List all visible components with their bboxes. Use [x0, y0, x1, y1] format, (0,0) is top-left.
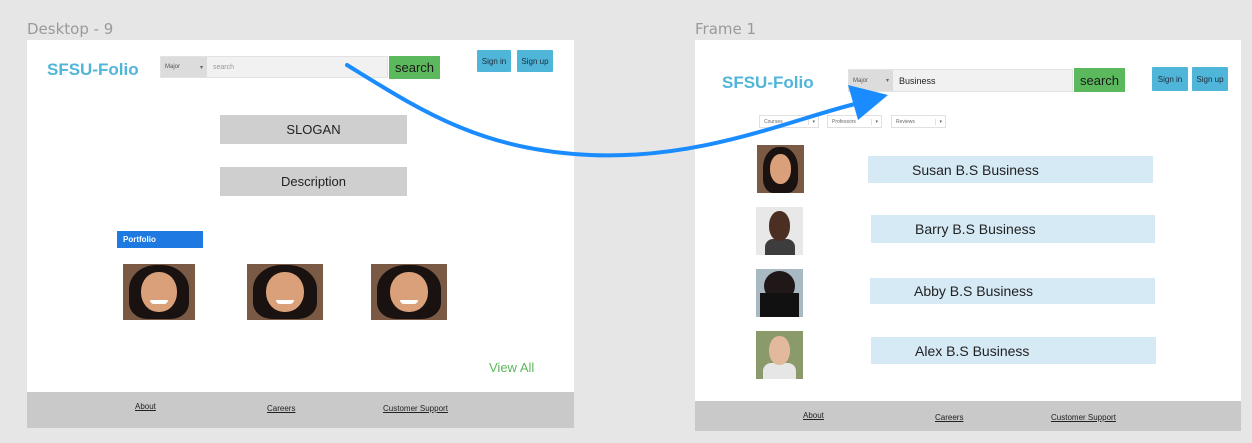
footer-careers-link[interactable]: Careers	[267, 404, 295, 413]
slogan-box: SLOGAN	[220, 115, 407, 144]
footer-about-link[interactable]: About	[803, 411, 824, 420]
footer-customer-support-link[interactable]: Customer Support	[1051, 413, 1116, 422]
search-bar: Major ▾ search	[160, 56, 388, 78]
filter-professors-label: Professors	[832, 118, 856, 125]
footer-about-link[interactable]: About	[135, 402, 156, 411]
desktop-9-frame: SFSU-Folio Major ▾ search search Sign in…	[27, 40, 574, 428]
smile-shape	[275, 299, 295, 304]
smile-shape	[150, 299, 168, 304]
footer-customer-support-link[interactable]: Customer Support	[383, 404, 448, 413]
major-dropdown[interactable]: Major ▾	[849, 70, 893, 91]
avatar-alex[interactable]	[756, 331, 803, 379]
major-dropdown-label: Major	[853, 77, 869, 84]
frame-label-frame-1: Frame 1	[695, 20, 757, 38]
chevron-down-icon: ▾	[935, 118, 945, 125]
filter-courses-label: Courses	[764, 118, 783, 125]
sign-in-button[interactable]: Sign in	[1152, 67, 1188, 91]
shirt-shape	[765, 239, 795, 255]
sign-up-button[interactable]: Sign up	[517, 50, 553, 72]
view-all-link[interactable]: View All	[489, 360, 534, 375]
avatar-susan[interactable]	[757, 145, 804, 193]
smile-shape	[399, 299, 419, 304]
sign-in-button[interactable]: Sign in	[477, 50, 511, 72]
search-button[interactable]: search	[1074, 68, 1125, 92]
search-input[interactable]: Business	[893, 76, 936, 86]
search-input[interactable]: search	[207, 64, 234, 71]
footer: About Careers Customer Support	[695, 401, 1241, 431]
sign-up-button[interactable]: Sign up	[1192, 67, 1228, 91]
filter-reviews[interactable]: Reviews ▾	[891, 115, 946, 128]
filter-reviews-label: Reviews	[896, 118, 915, 125]
frame-label-desktop-9: Desktop - 9	[27, 20, 114, 38]
site-logo[interactable]: SFSU-Folio	[722, 73, 814, 93]
chevron-down-icon: ▾	[871, 118, 881, 125]
major-dropdown[interactable]: Major ▾	[161, 57, 207, 77]
face-shape	[390, 271, 428, 313]
chevron-down-icon: ▾	[885, 78, 889, 84]
face-shape	[266, 271, 304, 313]
chevron-down-icon: ▾	[199, 64, 203, 71]
frame-1: SFSU-Folio Major ▾ Business search Sign …	[695, 40, 1241, 431]
site-logo[interactable]: SFSU-Folio	[47, 60, 139, 80]
shirt-shape	[763, 363, 796, 379]
portfolio-label[interactable]: Portfolio	[117, 231, 203, 248]
search-bar: Major ▾ Business	[848, 69, 1073, 92]
result-row-alex[interactable]: Alex B.S Business	[871, 337, 1156, 364]
footer-careers-link[interactable]: Careers	[935, 413, 963, 422]
book-shape	[760, 293, 799, 317]
face-shape	[769, 336, 790, 365]
face-shape	[770, 154, 791, 184]
result-row-abby[interactable]: Abby B.S Business	[870, 278, 1155, 304]
face-shape	[769, 211, 790, 241]
filter-professors[interactable]: Professors ▾	[827, 115, 882, 128]
major-dropdown-label: Major	[165, 64, 181, 70]
portfolio-thumbnail-3[interactable]	[371, 264, 447, 320]
filter-courses[interactable]: Courses ▾	[759, 115, 819, 128]
avatar-abby[interactable]	[756, 269, 803, 317]
portfolio-thumbnail-1[interactable]	[123, 264, 195, 320]
face-shape	[141, 271, 177, 313]
chevron-down-icon: ▾	[808, 118, 818, 125]
search-button[interactable]: search	[389, 56, 440, 79]
result-row-barry[interactable]: Barry B.S Business	[871, 215, 1155, 243]
result-row-susan[interactable]: Susan B.S Business	[868, 156, 1153, 183]
portfolio-thumbnail-2[interactable]	[247, 264, 323, 320]
footer: About Careers Customer Support	[27, 392, 574, 428]
avatar-barry[interactable]	[756, 207, 803, 255]
description-box: Description	[220, 167, 407, 196]
